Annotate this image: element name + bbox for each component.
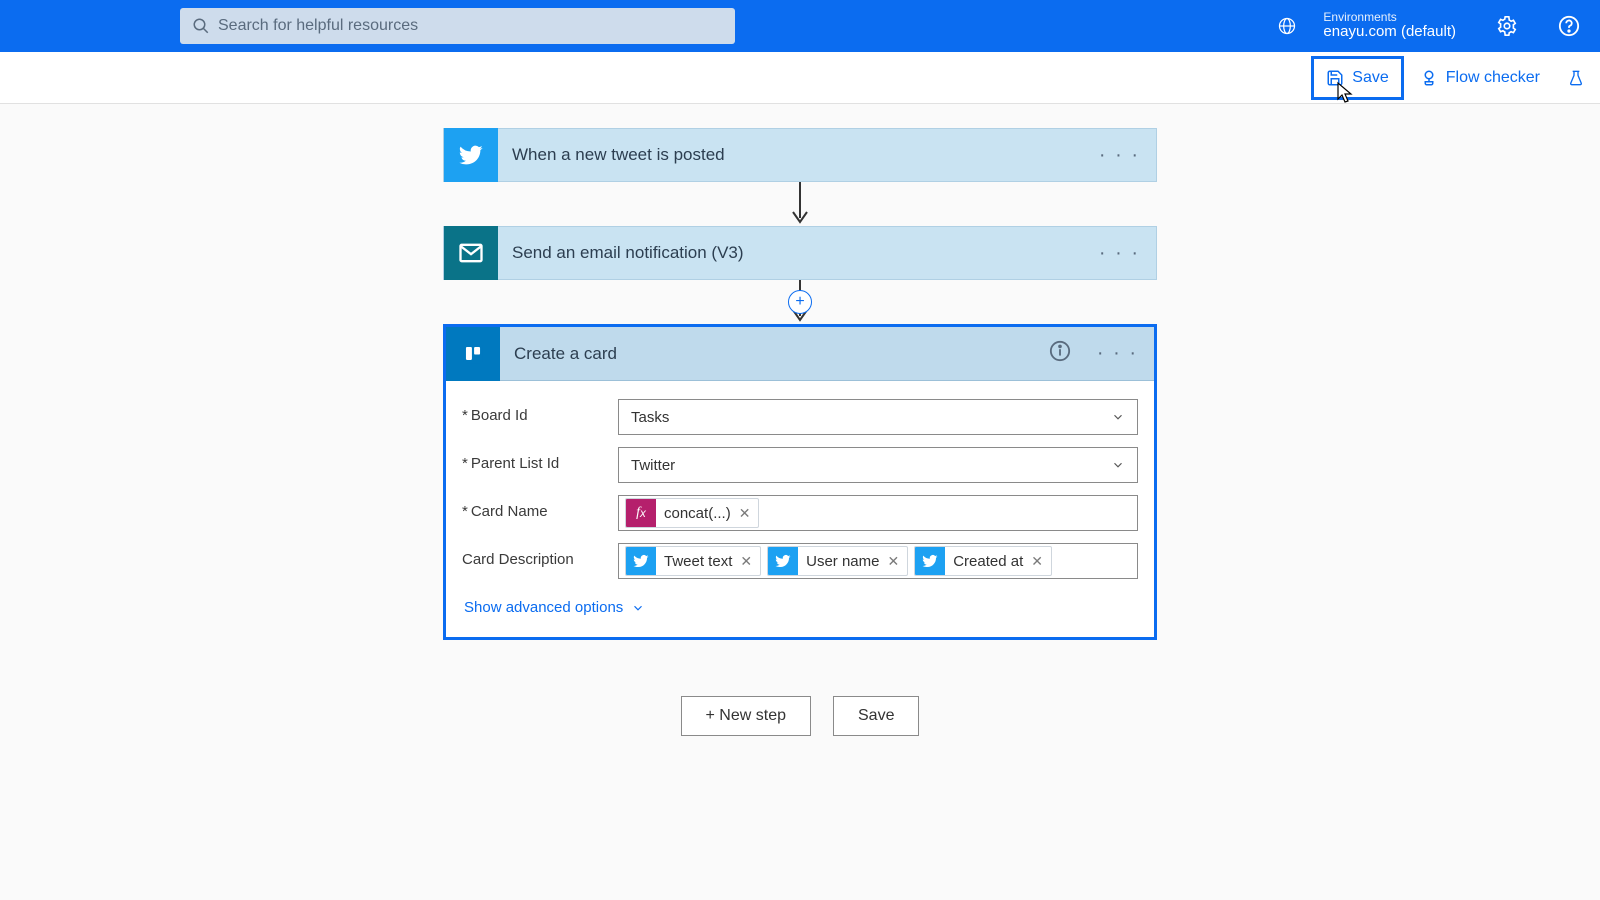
row-parent-list: *Parent List Id Twitter [462,447,1138,483]
label-board-id: *Board Id [462,399,618,424]
more-icon[interactable]: · · · [1081,342,1154,365]
step-create-card: Create a card · · · *Board Id Tasks *Par… [443,324,1157,640]
twitter-icon [768,546,798,576]
advanced-label: Show advanced options [464,599,623,616]
token-label: concat(...) [656,505,735,522]
row-card-description: Card Description Tweet text ✕ User name … [462,543,1138,579]
help-icon[interactable] [1558,15,1580,37]
label-card-name: *Card Name [462,495,618,520]
flow-checker-label: Flow checker [1446,69,1540,87]
select-value: Tasks [631,409,669,426]
token-expression[interactable]: fx concat(...) ✕ [625,498,759,528]
environment-icon [1277,16,1297,36]
step-header: When a new tweet is posted · · · [443,128,1157,182]
save-icon [1326,69,1344,87]
label-card-description: Card Description [462,543,618,568]
token-label: Tweet text [656,553,736,570]
remove-token-icon[interactable]: ✕ [735,505,759,522]
step-title: Create a card [500,344,1049,364]
show-advanced-options[interactable]: Show advanced options [462,591,645,616]
select-value: Twitter [631,457,675,474]
label-parent-list: *Parent List Id [462,447,618,472]
input-card-description[interactable]: Tweet text ✕ User name ✕ Created at ✕ [618,543,1138,579]
fx-icon: fx [626,498,656,528]
save-label: Save [1352,69,1388,87]
flow-checker-button[interactable]: Flow checker [1408,56,1552,100]
step-trigger[interactable]: When a new tweet is posted · · · [443,128,1157,182]
remove-token-icon[interactable]: ✕ [1027,553,1051,570]
step-header[interactable]: Create a card · · · [446,327,1154,381]
top-bar: Environments enayu.com (default) [0,0,1600,52]
beaker-icon [1568,69,1584,87]
environment-label: Environments [1323,11,1456,24]
connector-arrow [790,182,810,226]
input-card-name[interactable]: fx concat(...) ✕ [618,495,1138,531]
token-created-at[interactable]: Created at ✕ [914,546,1052,576]
step-title: Send an email notification (V3) [498,243,1083,263]
select-parent-list[interactable]: Twitter [618,447,1138,483]
new-step-button[interactable]: + New step [681,696,811,736]
select-board-id[interactable]: Tasks [618,399,1138,435]
environment-block[interactable]: Environments enayu.com (default) [1323,11,1456,41]
toolbar: Save Flow checker [0,52,1600,104]
token-tweet-text[interactable]: Tweet text ✕ [625,546,761,576]
step-email[interactable]: Send an email notification (V3) · · · [443,226,1157,280]
twitter-icon [444,128,498,182]
row-card-name: *Card Name fx concat(...) ✕ [462,495,1138,531]
test-button[interactable] [1556,56,1596,100]
gear-icon[interactable] [1496,15,1518,37]
chevron-down-icon [631,601,645,615]
search-icon [192,17,210,35]
mail-icon [444,226,498,280]
save-button[interactable]: Save [1311,56,1403,100]
environment-value: enayu.com (default) [1323,24,1456,41]
twitter-icon [915,546,945,576]
remove-token-icon[interactable]: ✕ [883,553,907,570]
search-wrap [180,8,735,44]
row-board-id: *Board Id Tasks [462,399,1138,435]
search-input[interactable] [180,8,735,44]
add-step-icon[interactable]: + [788,290,812,314]
save-step-button[interactable]: Save [833,696,919,736]
token-user-name[interactable]: User name ✕ [767,546,908,576]
trello-icon [446,327,500,381]
more-icon[interactable]: · · · [1083,144,1156,167]
twitter-icon [626,546,656,576]
token-label: User name [798,553,883,570]
info-icon[interactable] [1049,340,1081,367]
flow-checker-icon [1420,69,1438,87]
card-form: *Board Id Tasks *Parent List Id Twitter [446,381,1154,637]
connector-arrow-add: + [790,280,810,324]
chevron-down-icon [1111,410,1125,424]
remove-token-icon[interactable]: ✕ [736,553,760,570]
token-label: Created at [945,553,1027,570]
bottom-actions: + New step Save [681,696,920,736]
chevron-down-icon [1111,458,1125,472]
step-title: When a new tweet is posted [498,145,1083,165]
more-icon[interactable]: · · · [1083,242,1156,265]
flow-canvas: When a new tweet is posted · · · Send an… [0,104,1600,776]
step-header: Send an email notification (V3) · · · [443,226,1157,280]
